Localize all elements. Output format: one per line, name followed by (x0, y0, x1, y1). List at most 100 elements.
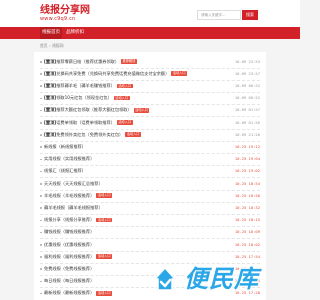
breadcrumb-separator: › (49, 43, 51, 48)
list-item-title[interactable]: 优惠线报（优惠线报推荐） (44, 242, 94, 248)
list-item[interactable]: [置顶]推荐薅羊毛（薅羊毛赚钱推荐） 活动入口 10-09 00:52 (40, 80, 260, 91)
status-badge: 活动入口 (133, 108, 150, 113)
list-item-text: 优惠线报（优惠线报推荐） (44, 241, 95, 247)
list-item-title[interactable]: [置顶]推荐大额红包领取（推荐大额红包领取） 活动入口 (44, 107, 150, 113)
site-header: 线报分享网 www.c9q9.cn 请输入关键字... 搜索 (0, 0, 300, 27)
list-item[interactable]: [置顶]兑换码共享免费（兑换码共享免费话费充值微信支付宝余额） 活动入口 10-09… (40, 68, 260, 79)
list-item-title[interactable]: [置顶]推荐零薪日结（推荐优惠券领取） 推荐赚钱 (44, 59, 137, 65)
site-logo[interactable]: 线报分享网 www.c9q9.cn (40, 5, 90, 22)
list-item-date: 10-09 00:52 (234, 95, 260, 101)
list-item[interactable]: 线报汇（线报汇推荐） 10-25 19:02 (40, 166, 260, 177)
bullet-icon (40, 122, 42, 124)
bullet-icon (40, 219, 42, 222)
status-badge: 活动入口 (116, 120, 133, 125)
breadcrumb-current: 线报网 (52, 43, 64, 48)
list-item-title[interactable]: 线报汇（线报汇推荐） (44, 168, 86, 174)
list-item[interactable]: 羊毛线报（羊毛线报推荐） 活动入口 10-25 18:50 (40, 190, 260, 201)
list-item-date: 10-09 23:57 (234, 70, 260, 76)
status-badge: 活动入口 (96, 193, 113, 198)
status-badge: 活动入口 (96, 217, 113, 223)
list-item[interactable]: 实用线报（实用线报推荐） 10-25 19:04 (40, 154, 260, 165)
list-item-title[interactable]: 每日线报（每日线报推荐） (44, 278, 94, 284)
list-item-text: 赚钱线报（赚钱线报推荐） (44, 229, 95, 235)
list-item-title[interactable]: 实用线报（实用线报推荐） (44, 156, 94, 162)
bullet-icon (40, 195, 42, 197)
list-item-title[interactable]: [置顶]领取10元红包（领现金红包） 活动入口 (44, 95, 130, 101)
list-item-title[interactable]: 最新线报（最新线报推荐） 活动入口 (44, 290, 113, 296)
list-item-text: 每日线报（每日线报推荐） (44, 278, 95, 284)
bullet-icon (40, 170, 42, 173)
list-item[interactable]: 优惠线报（优惠线报推荐） 10-25 18:02 (40, 239, 260, 250)
list-item-date: 10-09 21:20 (234, 131, 260, 137)
list-item-title[interactable]: 羊毛线报（羊毛线报推荐） 活动入口 (44, 192, 113, 199)
list-item-date: 10-09 01:56 (234, 119, 260, 125)
pinned-tag: [置顶] (44, 107, 57, 113)
bullet-icon (40, 292, 42, 295)
search-button[interactable]: 搜索 (242, 10, 258, 20)
status-badge: 活动入口 (116, 83, 133, 89)
status-badge: 活动入口 (96, 254, 113, 259)
list-item-title[interactable]: 新线报（新线报推荐） (44, 144, 86, 150)
list-item[interactable]: [置顶]推荐零薪日结（推荐优惠券领取） 推荐赚钱 10-09 23:53 (40, 56, 260, 67)
main-nav: 线报首页 品牌折扣 (0, 27, 300, 39)
breadcrumb: 首页 › 线报网 (40, 43, 64, 48)
list-item-title[interactable]: [置顶]推荐薅羊毛（薅羊毛赚钱推荐） 活动入口 (44, 83, 133, 89)
list-item-text: 领取10元红包（领现金红包） (56, 95, 112, 101)
list-item[interactable]: [置顶]领取10元红包（领现金红包） 活动入口 10-09 00:52 (40, 93, 260, 104)
list-item[interactable]: 赚钱线报（赚钱线报推荐） 10-25 18:09 (40, 227, 260, 238)
list-item-text: 推荐大额红包领取（推荐大额红包领取） (56, 107, 132, 113)
list-item-text: 推荐零薪日结（推荐优惠券领取） (56, 58, 120, 64)
list-item[interactable]: [置顶]免费领外卖红包（免费领外卖红包） 活动入口 10-09 21:20 (40, 129, 260, 140)
list-item-text: 兑换码共享免费（兑换码共享免费话费充值微信支付宝余额） (56, 70, 170, 76)
status-badge: 活动入口 (171, 71, 188, 76)
list-item[interactable]: 线报分享（线报分享推荐） 活动入口 10-25 18:15 (40, 215, 260, 226)
list-item-title[interactable]: [置顶]兑换码共享免费（兑换码共享免费话费充值微信支付宝余额） 活动入口 (44, 70, 188, 77)
list-item-date: 10-09 01:57 (234, 107, 260, 113)
list-item-text: 话费单领取（话费单领取推荐） (56, 119, 115, 125)
pinned-tag: [置顶] (44, 119, 57, 125)
list-item-text: 薅羊毛线报（薅羊毛线报推荐） (44, 204, 103, 210)
list-item-date: 10-25 18:50 (234, 192, 260, 198)
list-item-text: 线报分享（线报分享推荐） (44, 217, 95, 223)
list-item[interactable]: [置顶]话费单领取（话费单领取推荐） 活动入口 10-09 01:56 (40, 117, 260, 128)
list-item-title[interactable]: 薅羊毛线报（薅羊毛线报推荐） (44, 205, 103, 211)
list-item[interactable]: 新线报（新线报推荐） 10-25 19:12 (40, 141, 260, 152)
list-item-date: 10-25 18:02 (234, 241, 260, 247)
pinned-tag: [置顶] (44, 82, 57, 88)
list-item-text: 免费线报（免费线报推荐） (44, 265, 95, 271)
list-item-date: 10-25 19:04 (234, 156, 260, 162)
bullet-icon (40, 97, 42, 100)
bullet-icon (40, 134, 42, 136)
list-item-title[interactable]: 天天线报（天天线报汇总推荐） (44, 181, 103, 187)
list-item-title[interactable]: 福利线报（福利线报推荐） 活动入口 (44, 253, 113, 260)
list-item[interactable]: [置顶]推荐大额红包领取（推荐大额红包领取） 活动入口 10-09 01:57 (40, 105, 260, 116)
bullet-icon (40, 85, 42, 87)
list-item-text: 羊毛线报（羊毛线报推荐） (44, 192, 95, 198)
list-item-text: 推荐薅羊毛（薅羊毛赚钱推荐） (56, 82, 115, 88)
list-item[interactable]: 薅羊毛线报（薅羊毛线报推荐） 10-25 18:32 (40, 202, 260, 213)
list-item-title[interactable]: 赚钱线报（赚钱线报推荐） (44, 229, 94, 235)
bullet-icon (40, 158, 42, 161)
breadcrumb-home[interactable]: 首页 (40, 43, 48, 48)
list-item-title[interactable]: [置顶]免费领外卖红包（免费领外卖红包） 活动入口 (44, 132, 141, 138)
bullet-icon (40, 268, 42, 270)
logo-url: www.c9q9.cn (40, 16, 76, 22)
list-item-date: 10-25 18:54 (234, 180, 260, 186)
search-input[interactable]: 请输入关键字... (197, 10, 241, 20)
list-item-title[interactable]: 免费线报（免费线报推荐） (44, 266, 94, 272)
nav-item-brand-discount[interactable]: 品牌折扣 (64, 27, 86, 39)
bullet-icon (40, 61, 42, 63)
list-item-text: 线报汇（线报汇推荐） (44, 168, 86, 174)
bullet-icon (40, 231, 42, 234)
status-badge: 推荐赚钱 (121, 59, 137, 64)
nav-item-home[interactable]: 线报首页 (40, 27, 62, 39)
list-item[interactable]: 天天线报（天天线报汇总推荐） 10-25 18:54 (40, 178, 260, 189)
bullet-icon (40, 109, 42, 112)
list-item-text: 福利线报（福利线报推荐） (44, 253, 95, 259)
list-item-date: 10-25 19:02 (234, 168, 260, 174)
list-item-title[interactable]: 线报分享（线报分享推荐） 活动入口 (44, 217, 113, 223)
watermark-text: 便民库 (184, 265, 259, 293)
list-item-text: 新线报（新线报推荐） (44, 143, 86, 149)
list-item-title[interactable]: [置顶]话费单领取（话费单领取推荐） 活动入口 (44, 120, 133, 126)
logo-title: 线报分享网 (40, 5, 90, 16)
